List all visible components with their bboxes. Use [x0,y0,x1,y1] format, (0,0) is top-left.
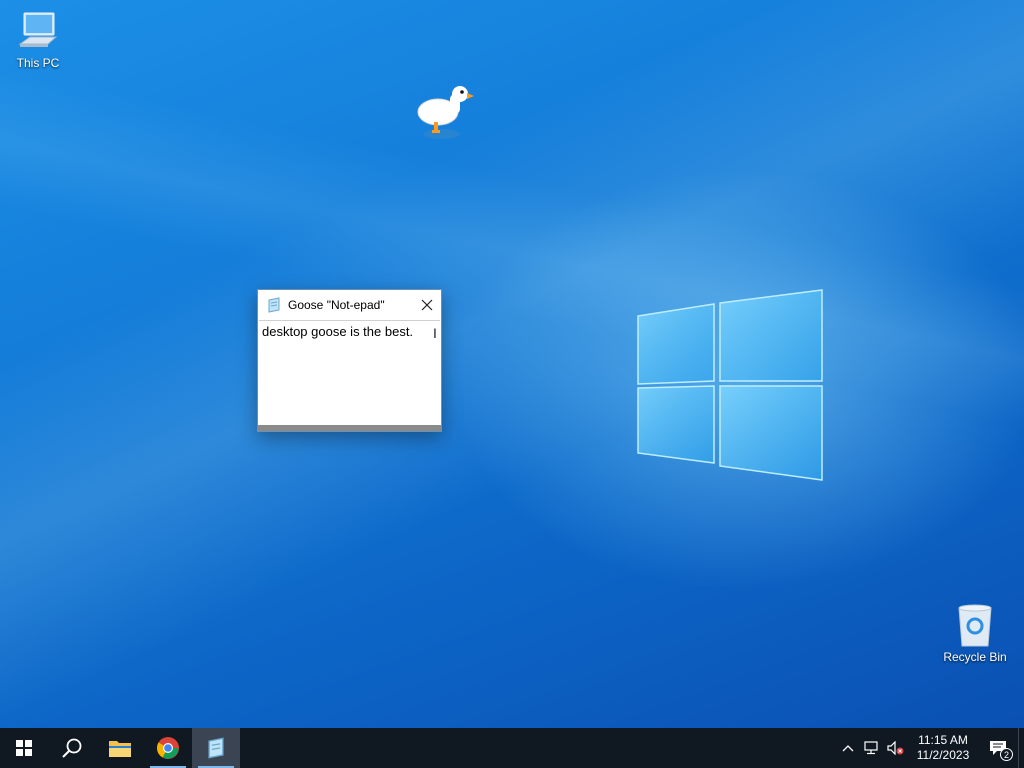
goose-notepad-taskbar-button[interactable] [192,728,240,768]
taskbar: 11:15 AM 11/2/2023 2 [0,728,1024,768]
notification-count-badge: 2 [1000,748,1013,761]
window-bottom-bar [258,425,441,431]
computer-icon [18,12,58,47]
close-icon [421,299,433,311]
windows-start-icon [16,740,32,756]
chrome-icon [157,737,179,759]
volume-muted-icon [887,741,904,755]
close-button[interactable] [413,291,441,319]
goose-notepad-window[interactable]: Goose "Not-epad" desktop goose is the be… [257,289,442,432]
desktop-icon-recycle-bin[interactable]: Recycle Bin [937,602,1013,664]
desktop-icon-this-pc[interactable]: This PC [0,10,76,70]
window-titlebar[interactable]: Goose "Not-epad" [258,290,441,320]
notepad-icon [268,297,280,313]
network-button[interactable] [860,728,884,768]
chrome-button[interactable] [144,728,192,768]
recycle-bin-icon [958,604,992,647]
window-title: Goose "Not-epad" [288,298,385,312]
desktop-icon-label: This PC [16,56,60,70]
show-desktop-button[interactable] [1018,728,1024,768]
search-icon [62,738,82,758]
folder-icon [109,741,131,757]
notepad-icon [208,737,224,759]
network-icon [864,741,878,755]
light-beam [0,0,1024,728]
desktop-goose[interactable] [414,84,478,140]
file-explorer-button[interactable] [96,728,144,768]
action-center-button[interactable]: 2 [978,728,1018,768]
system-tray: 11:15 AM 11/2/2023 2 [836,728,1024,768]
desktop-icon-label: Recycle Bin [943,650,1007,664]
volume-button[interactable] [884,728,908,768]
clock-date: 11/2/2023 [916,748,970,762]
search-button[interactable] [48,728,96,768]
light-beam [0,0,1024,728]
chevron-up-icon [842,745,854,752]
notepad-text-area[interactable]: desktop goose is the best. [259,320,440,425]
notepad-text: desktop goose is the best. [262,324,414,339]
start-button[interactable] [0,728,48,768]
text-cursor-icon: I [433,325,437,341]
clock-time: 11:15 AM [918,733,968,747]
clock[interactable]: 11:15 AM 11/2/2023 [908,733,978,763]
show-hidden-icons-button[interactable] [836,728,860,768]
windows-logo-wallpaper [637,289,823,481]
